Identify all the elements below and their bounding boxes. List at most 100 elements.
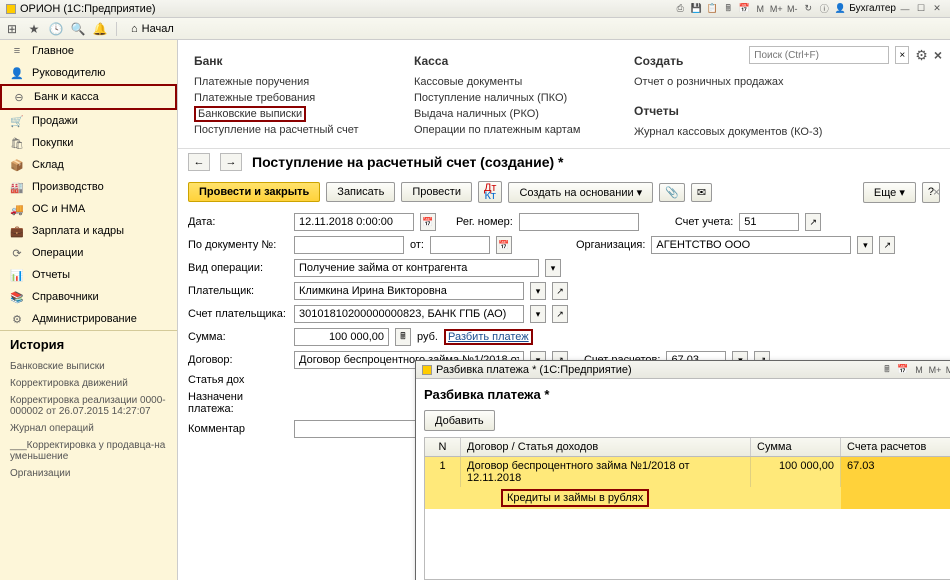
docnum-field[interactable] bbox=[294, 236, 404, 254]
add-button[interactable]: Добавить bbox=[424, 410, 495, 431]
copy-icon[interactable]: 📋 bbox=[705, 3, 719, 15]
info-icon[interactable]: ⓘ bbox=[817, 3, 831, 15]
sidebar-item-6[interactable]: 🏭Производство bbox=[0, 176, 177, 198]
link-cash-out[interactable]: Выдача наличных (РКО) bbox=[414, 106, 584, 122]
optype-dropdown-icon[interactable]: ▾ bbox=[545, 259, 561, 277]
acct-field[interactable] bbox=[739, 213, 799, 231]
mplus-icon[interactable]: М+ bbox=[769, 3, 783, 15]
conduct-close-button[interactable]: Провести и закрыть bbox=[188, 182, 320, 202]
m-icon[interactable]: М bbox=[753, 3, 767, 15]
maximize-icon[interactable]: ☐ bbox=[914, 3, 928, 15]
nav-forward-icon[interactable]: → bbox=[220, 153, 242, 171]
sidebar-item-5[interactable]: 📦Склад bbox=[0, 154, 177, 176]
payer-acct-open-icon[interactable]: ↗ bbox=[552, 305, 568, 323]
save-button[interactable]: Записать bbox=[326, 182, 395, 202]
sidebar-item-7[interactable]: 🚚ОС и НМА bbox=[0, 198, 177, 220]
payer-dropdown-icon[interactable]: ▾ bbox=[530, 282, 546, 300]
gear-icon[interactable]: ⚙ bbox=[915, 47, 928, 64]
calendar-icon[interactable]: 📅 bbox=[737, 3, 751, 15]
split-payment-link[interactable]: Разбить платеж bbox=[444, 329, 533, 345]
history-item-5[interactable]: Организации bbox=[10, 465, 167, 482]
sidebar-item-12[interactable]: ⚙Администрирование bbox=[0, 308, 177, 330]
optype-field[interactable] bbox=[294, 259, 539, 277]
home-button[interactable]: ⌂ Начал bbox=[125, 21, 180, 37]
save-icon[interactable]: 💾 bbox=[689, 3, 703, 15]
sidebar-item-2[interactable]: ⊖Банк и касса bbox=[0, 84, 177, 110]
doc-close-icon[interactable]: × bbox=[933, 185, 940, 199]
calc-icon[interactable]: 🖩 bbox=[721, 3, 735, 15]
calc2-icon[interactable]: 🖩 bbox=[395, 328, 411, 346]
sidebar-item-3[interactable]: 🛒Продажи bbox=[0, 110, 177, 132]
link-incoming-account[interactable]: Поступление на расчетный счет bbox=[194, 122, 364, 138]
user-icon[interactable]: 👤 bbox=[833, 3, 847, 15]
org-dropdown-icon[interactable]: ▾ bbox=[857, 236, 873, 254]
search-input[interactable] bbox=[749, 46, 889, 64]
conduct-button[interactable]: Провести bbox=[401, 182, 472, 202]
sidebar-item-8[interactable]: 💼Зарплата и кадры bbox=[0, 220, 177, 242]
link-cash-docs[interactable]: Кассовые документы bbox=[414, 74, 584, 90]
sidebar-item-0[interactable]: ≡Главное bbox=[0, 40, 177, 62]
print-icon[interactable]: ⎙ bbox=[673, 3, 687, 15]
mail-icon[interactable]: ✉ bbox=[691, 183, 712, 202]
sidebar-item-10[interactable]: 📊Отчеты bbox=[0, 264, 177, 286]
history-item-2[interactable]: Корректировка реализации 0000-000002 от … bbox=[10, 392, 167, 420]
link-retail-report[interactable]: Отчет о розничных продажах bbox=[634, 74, 822, 90]
link-bank-statements[interactable]: Банковские выписки bbox=[194, 106, 306, 122]
org-open-icon[interactable]: ↗ bbox=[879, 236, 895, 254]
sum-field[interactable] bbox=[294, 328, 389, 346]
history-item-1[interactable]: Корректировка движений bbox=[10, 375, 167, 392]
star-icon[interactable]: ★ bbox=[26, 21, 42, 37]
table-row[interactable]: 1 Договор беспроцентного займа №1/2018 о… bbox=[425, 457, 950, 487]
dlg-mm-icon[interactable]: М- bbox=[944, 364, 950, 376]
calendar-picker-icon[interactable]: 📅 bbox=[420, 213, 436, 231]
history-item-0[interactable]: Банковские выписки bbox=[10, 358, 167, 375]
link-card-ops[interactable]: Операции по платежным картам bbox=[414, 122, 584, 138]
docnum-from-field[interactable] bbox=[430, 236, 490, 254]
history-icon[interactable]: 🕓 bbox=[48, 21, 64, 37]
dlg-calc-icon[interactable]: 🖩 bbox=[880, 364, 894, 376]
link-payment-requests[interactable]: Платежные требования bbox=[194, 90, 364, 106]
refresh-icon[interactable]: ↻ bbox=[801, 3, 815, 15]
link-cash-in[interactable]: Поступление наличных (ПКО) bbox=[414, 90, 584, 106]
window-titlebar: ОРИОН (1С:Предприятие) ⎙ 💾 📋 🖩 📅 М М+ М-… bbox=[0, 0, 950, 18]
search-clear-icon[interactable]: × bbox=[895, 46, 909, 64]
payer-acct-dropdown-icon[interactable]: ▾ bbox=[530, 305, 546, 323]
payer-open-icon[interactable]: ↗ bbox=[552, 282, 568, 300]
attach-icon[interactable]: 📎 bbox=[659, 183, 685, 202]
dt-kt-icon[interactable]: ДтКт bbox=[478, 181, 503, 203]
date-field[interactable] bbox=[294, 213, 414, 231]
link-cash-journal[interactable]: Журнал кассовых документов (КО-3) bbox=[634, 124, 822, 140]
panel-close-icon[interactable]: × bbox=[934, 47, 942, 63]
sidebar-item-9[interactable]: ⟳Операции bbox=[0, 242, 177, 264]
sidebar-item-4[interactable]: 🛍Покупки bbox=[0, 132, 177, 154]
more-button[interactable]: Еще ▾ bbox=[863, 182, 916, 203]
link-payment-orders[interactable]: Платежные поручения bbox=[194, 74, 364, 90]
dlg-cal-icon[interactable]: 📅 bbox=[896, 364, 910, 376]
table-row-sub[interactable]: Кредиты и займы в рублях bbox=[425, 487, 950, 509]
payer-field[interactable] bbox=[294, 282, 524, 300]
sidebar-item-1[interactable]: 👤Руководителю bbox=[0, 62, 177, 84]
nav-icon: 📊 bbox=[10, 268, 24, 282]
apps-icon[interactable]: ⊞ bbox=[4, 21, 20, 37]
dlg-mp-icon[interactable]: М+ bbox=[928, 364, 942, 376]
payer-label: Плательщик: bbox=[188, 285, 288, 297]
history-item-3[interactable]: Журнал операций bbox=[10, 420, 167, 437]
date-picker-icon[interactable]: 📅 bbox=[496, 236, 512, 254]
window-close-icon[interactable]: ✕ bbox=[930, 3, 944, 15]
nav-label: Покупки bbox=[32, 137, 73, 149]
search-icon[interactable]: 🔍 bbox=[70, 21, 86, 37]
reg-field[interactable] bbox=[519, 213, 639, 231]
sum-label: Сумма: bbox=[188, 331, 288, 343]
mminus-icon[interactable]: М- bbox=[785, 3, 799, 15]
nav-back-icon[interactable]: ← bbox=[188, 153, 210, 171]
payer-acct-field[interactable] bbox=[294, 305, 524, 323]
history-item-4[interactable]: ___Корректировка у продавца-на уменьшени… bbox=[10, 437, 167, 465]
bell-icon[interactable]: 🔔 bbox=[92, 21, 108, 37]
dlg-m-icon[interactable]: М bbox=[912, 364, 926, 376]
minimize-icon[interactable]: — bbox=[898, 3, 912, 15]
acct-open-icon[interactable]: ↗ bbox=[805, 213, 821, 231]
create-based-button[interactable]: Создать на основании ▾ bbox=[508, 182, 653, 203]
org-field[interactable] bbox=[651, 236, 851, 254]
sidebar-item-11[interactable]: 📚Справочники bbox=[0, 286, 177, 308]
contract-label: Договор: bbox=[188, 354, 288, 366]
